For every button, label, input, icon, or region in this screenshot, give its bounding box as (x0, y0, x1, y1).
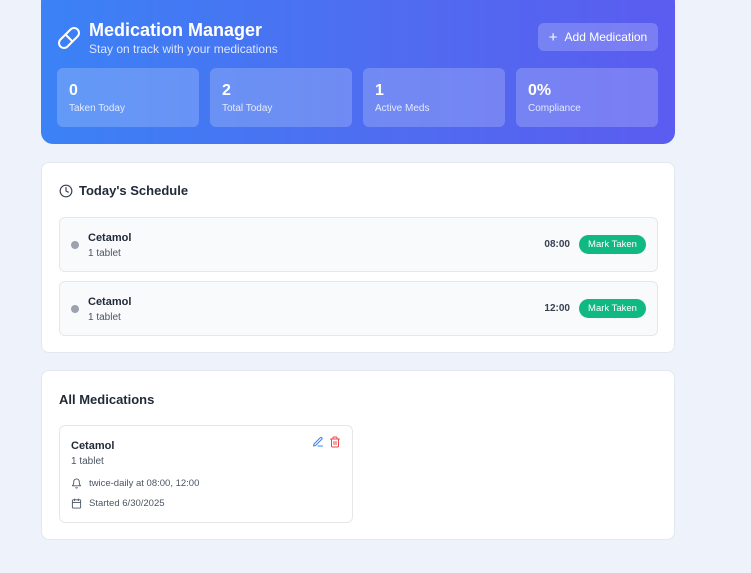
status-dot (71, 305, 79, 313)
stat-active-meds: 1 Active Meds (363, 68, 505, 127)
add-medication-button[interactable]: + Add Medication (538, 23, 658, 51)
edit-medication-button[interactable] (311, 436, 325, 450)
medication-frequency: twice-daily at 08:00, 12:00 (89, 478, 200, 489)
mark-taken-button[interactable]: Mark Taken (579, 299, 646, 318)
medications-card: All Medications Cetamol 1 tablet twice-d… (41, 370, 675, 540)
medication-start-date: Started 6/30/2025 (89, 498, 165, 509)
medication-dosage: 1 tablet (71, 456, 104, 467)
schedule-title: Today's Schedule (79, 183, 189, 198)
status-dot (71, 241, 79, 249)
stat-value: 0% (528, 82, 552, 99)
stat-total-today: 2 Total Today (210, 68, 352, 127)
dose-name: Cetamol (88, 232, 132, 244)
stat-value: 1 (375, 82, 384, 99)
add-medication-label: Add Medication (564, 30, 648, 44)
stat-value: 2 (222, 82, 231, 99)
medication-name: Cetamol (71, 440, 115, 452)
plus-icon: + (548, 28, 558, 46)
trash-icon (330, 436, 340, 448)
medication-frequency-row: twice-daily at 08:00, 12:00 (71, 478, 199, 489)
mark-taken-button[interactable]: Mark Taken (579, 235, 646, 254)
stat-taken-today: 0 Taken Today (57, 68, 199, 127)
clock-icon (59, 184, 73, 197)
header-banner: Medication Manager Stay on track with yo… (41, 0, 675, 144)
stat-label: Total Today (222, 103, 273, 114)
schedule-item: Cetamol 1 tablet 08:00 Mark Taken (59, 217, 658, 272)
stat-value: 0 (69, 82, 78, 99)
stat-label: Taken Today (69, 103, 125, 114)
stat-compliance: 0% Compliance (516, 68, 658, 127)
dose-quantity: 1 tablet (88, 312, 121, 323)
pill-icon (58, 27, 80, 49)
stat-label: Compliance (528, 103, 581, 114)
bell-icon (71, 478, 82, 489)
calendar-icon (71, 498, 82, 509)
medications-heading: All Medications (59, 392, 155, 407)
dose-time: 08:00 (544, 239, 570, 250)
schedule-card: Today's Schedule Cetamol 1 tablet 08:00 … (41, 162, 675, 353)
dose-quantity: 1 tablet (88, 248, 121, 259)
edit-icon (313, 436, 323, 447)
medication-item: Cetamol 1 tablet twice-daily at 08:00, 1… (59, 425, 353, 523)
dose-name: Cetamol (88, 296, 132, 308)
app-subtitle: Stay on track with your medications (89, 42, 278, 56)
delete-medication-button[interactable] (328, 436, 342, 450)
app-title: Medication Manager (89, 20, 263, 40)
dose-time: 12:00 (544, 303, 570, 314)
schedule-heading: Today's Schedule (59, 183, 188, 198)
stat-label: Active Meds (375, 103, 430, 114)
schedule-item: Cetamol 1 tablet 12:00 Mark Taken (59, 281, 658, 336)
stats-row: 0 Taken Today 2 Total Today 1 Active Med… (57, 68, 658, 127)
medication-start-row: Started 6/30/2025 (71, 498, 165, 509)
